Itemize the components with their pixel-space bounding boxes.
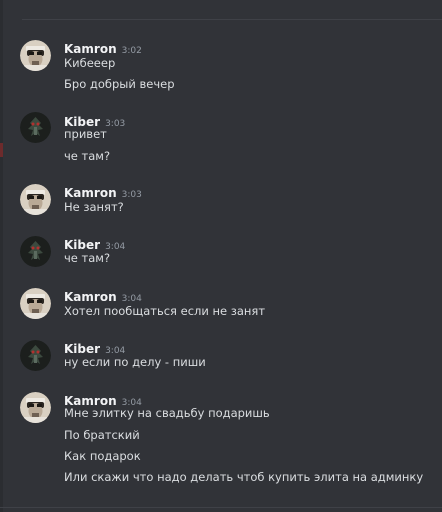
message-header: Kamron 3:03: [64, 182, 142, 200]
top-divider: [22, 19, 442, 20]
message-text: че там?: [64, 149, 111, 163]
left-edge-strip: [0, 0, 3, 512]
kamron-avatar[interactable]: [20, 40, 51, 71]
kamron-avatar[interactable]: [20, 184, 51, 215]
kamron-avatar[interactable]: [20, 288, 51, 319]
username[interactable]: Kamron: [64, 42, 117, 56]
username[interactable]: Kamron: [64, 186, 117, 200]
kiber-avatar[interactable]: [20, 340, 51, 371]
kamron-avatar[interactable]: [20, 392, 51, 423]
timestamp: 3:02: [121, 46, 142, 56]
kiber-avatar[interactable]: [20, 236, 51, 267]
message-text: Или скажи что надо делать чтоб купить эл…: [64, 470, 424, 484]
message-header: Kamron 3:04: [64, 286, 142, 304]
message-text: ну если по делу - пиши: [64, 355, 206, 369]
bottom-divider: [0, 507, 442, 508]
timestamp: 3:03: [121, 190, 142, 200]
message-text: Кибееер: [64, 56, 116, 70]
message-text: По братский: [64, 428, 140, 442]
message-text: Хотел пообщаться если не занят: [64, 304, 266, 318]
message-text: привет: [64, 127, 107, 141]
username[interactable]: Kamron: [64, 290, 117, 304]
message-text: Бро добрый вечер: [64, 77, 175, 91]
kiber-avatar[interactable]: [20, 112, 51, 143]
timestamp: 3:03: [105, 119, 126, 129]
message-text: Как подарок: [64, 449, 141, 463]
message-text: Мне элитку на свадьбу подаришь: [64, 406, 270, 420]
message-text: че там?: [64, 251, 111, 265]
message-header: Kamron 3:02: [64, 38, 142, 56]
left-edge-marker: [0, 143, 3, 157]
message-text: Не занят?: [64, 200, 124, 214]
